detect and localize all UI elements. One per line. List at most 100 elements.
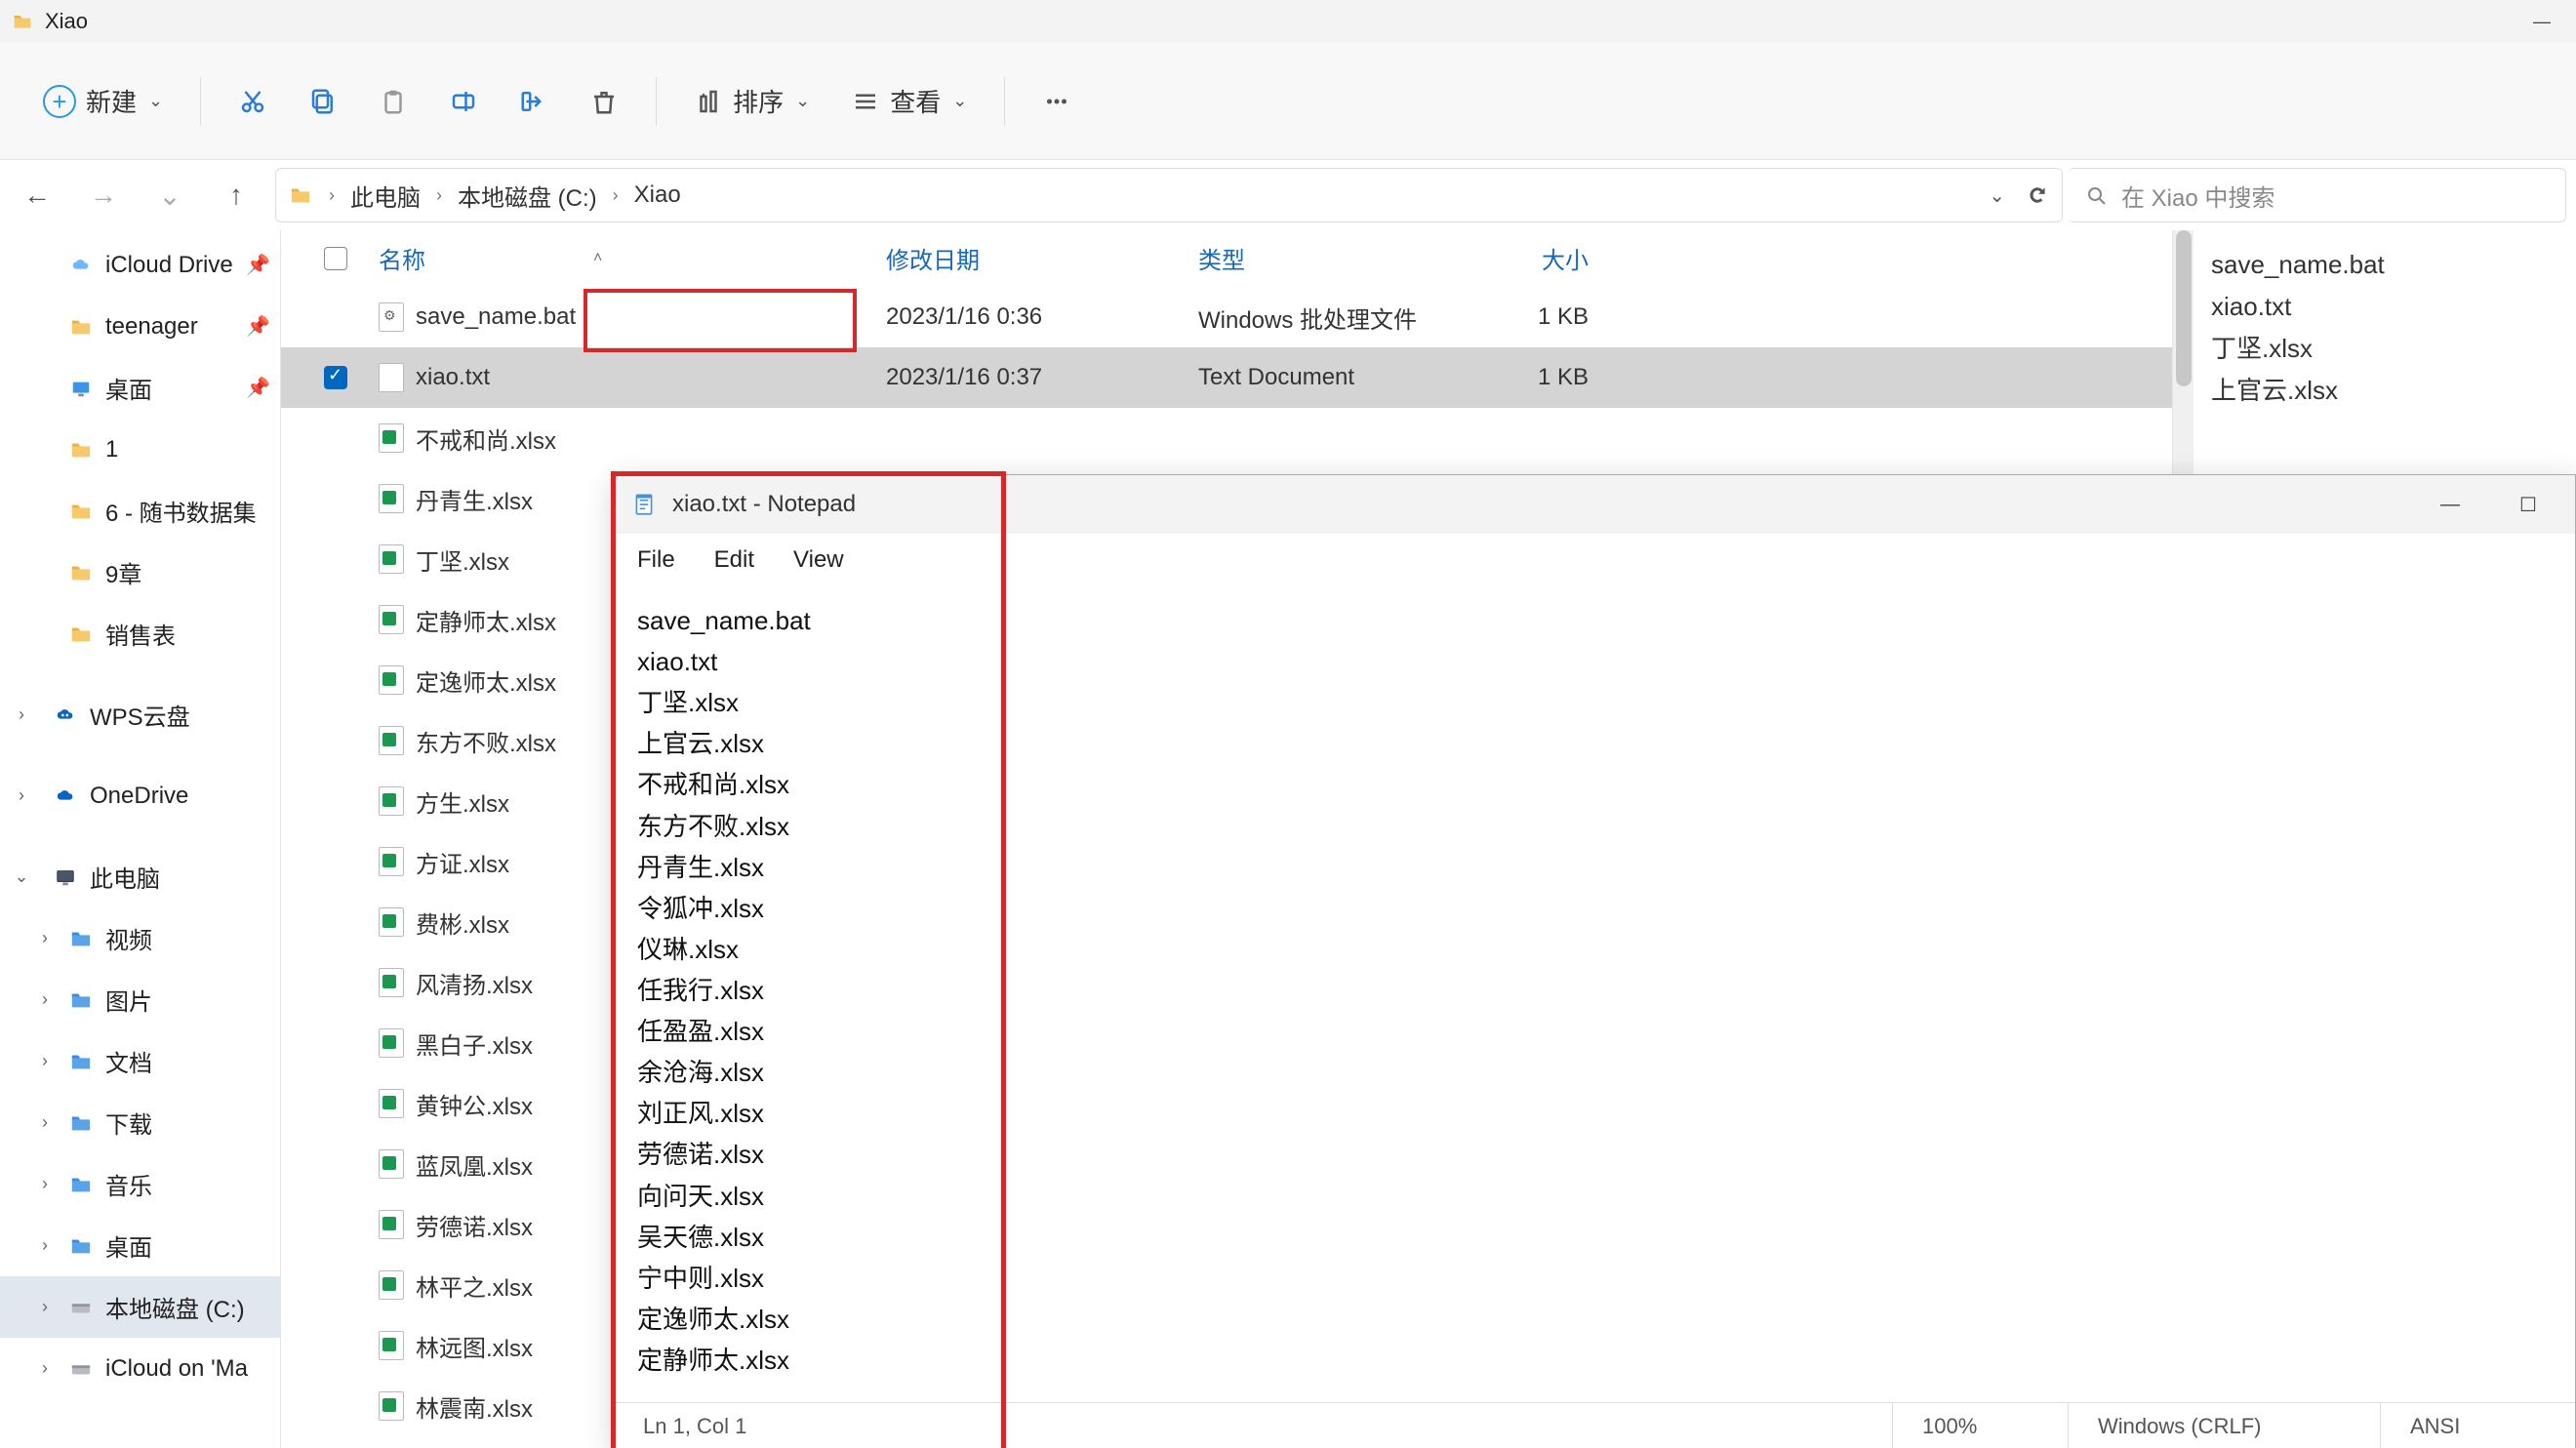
sidebar-icon [68,1051,94,1072]
xlsx-icon [379,665,404,695]
delete-button[interactable] [574,77,634,126]
row-checkbox[interactable] [324,1031,347,1055]
forward-button[interactable]: → [76,168,131,222]
row-checkbox[interactable] [324,1334,347,1357]
new-button[interactable]: + 新建 ⌄ [27,73,179,129]
rename-button[interactable] [433,77,494,126]
search-box[interactable]: 在 Xiao 中搜索 [2069,168,2566,222]
sidebar-icon [68,378,94,399]
breadcrumb[interactable]: › 此电脑 › 本地磁盘 (C:) › Xiao ⌄ [275,168,2063,222]
row-checkbox[interactable] [324,1273,347,1297]
file-row[interactable]: xiao.txt 2023/1/16 0:37 Text Document 1 … [281,347,2172,408]
more-icon [1042,87,1071,116]
sidebar-icon [68,439,94,461]
sidebar-item[interactable]: ›下载 [0,1092,280,1153]
paste-button[interactable] [363,77,423,126]
sidebar-item[interactable]: ›iCloud on 'Ma [0,1338,280,1399]
sidebar-label: 视频 [105,921,152,955]
file-name: 定逸师太.xlsx [416,664,556,698]
sidebar-item[interactable]: teenager📌 [0,296,280,357]
file-name: 方证.xlsx [416,845,509,879]
notepad-maximize[interactable]: ☐ [2497,481,2559,528]
sidebar: iCloud Drive📌teenager📌桌面📌 1 6 - 随书数据集 9章销售表… [0,230,281,1448]
sort-label: 排序 [733,83,784,119]
row-checkbox[interactable] [324,789,347,813]
row-checkbox[interactable] [324,1092,347,1115]
sidebar-item[interactable]: ›文档 [0,1030,280,1092]
row-checkbox[interactable] [324,547,347,571]
sidebar-label: 1 [105,436,118,463]
notepad-body[interactable]: save_name.bat xiao.txt 丁坚.xlsx 上官云.xlsx … [616,586,2575,1402]
row-checkbox[interactable] [324,1152,347,1176]
details-line: save_name.bat [2211,244,2558,286]
sidebar-icon [68,623,94,645]
notepad-window[interactable]: xiao.txt - Notepad — ☐ File Edit View sa… [615,474,2576,1448]
breadcrumb-part[interactable]: 此电脑 [350,179,421,213]
sidebar-item[interactable]: ›WPS云盘 [0,684,280,745]
breadcrumb-part[interactable]: Xiao [634,181,681,209]
back-button[interactable]: ← [10,168,64,222]
refresh-icon[interactable] [2025,182,2050,208]
file-row[interactable]: 不戒和尚.xlsx [281,408,2172,468]
xlsx-icon [379,605,404,634]
breadcrumb-part[interactable]: 本地磁盘 (C:) [458,179,597,213]
row-checkbox[interactable] [324,729,347,752]
sidebar-item[interactable]: 销售表 [0,603,280,664]
sidebar-item[interactable]: ›图片 [0,969,280,1030]
sidebar-item[interactable]: ›桌面 [0,1215,280,1276]
file-name: 劳德诺.xlsx [416,1208,533,1242]
col-size[interactable]: 大小 [1462,241,1618,275]
sidebar-item[interactable]: 9章 [0,542,280,603]
row-checkbox[interactable] [324,971,347,994]
sort-ascending-icon: ˄ [593,250,602,267]
select-all-checkbox[interactable] [324,247,347,270]
minimize-button[interactable]: — [2508,0,2576,43]
row-checkbox[interactable] [324,426,347,450]
sidebar-label: iCloud on 'Ma [105,1355,248,1383]
sidebar-item[interactable]: ⌄此电脑 [0,846,280,907]
notepad-menu-edit[interactable]: Edit [714,546,754,574]
row-checkbox[interactable] [324,1213,347,1236]
notepad-title-bar[interactable]: xiao.txt - Notepad — ☐ [616,475,2575,534]
row-checkbox[interactable] [324,305,347,329]
scrollbar-thumb[interactable] [2176,230,2192,386]
sidebar-label: WPS云盘 [90,698,190,732]
view-button[interactable]: 查看 ⌄ [835,73,983,129]
notepad-menu-view[interactable]: View [793,546,844,574]
recent-button[interactable]: ⌄ [142,168,197,222]
xlsx-icon [379,1028,404,1058]
sidebar-item[interactable]: ›OneDrive [0,765,280,826]
row-checkbox[interactable] [324,668,347,692]
sidebar-label: 桌面 [105,1228,152,1263]
share-button[interactable] [503,77,564,126]
col-type[interactable]: 类型 [1198,241,1462,275]
notepad-menu-file[interactable]: File [637,546,675,574]
up-button[interactable]: ↑ [209,168,263,222]
sidebar-icon [53,866,78,888]
col-date[interactable]: 修改日期 [886,241,1198,275]
sidebar-item[interactable]: ›音乐 [0,1153,280,1215]
chevron-down-icon: ⌄ [952,91,967,111]
row-checkbox[interactable] [324,487,347,510]
sidebar-item[interactable]: iCloud Drive📌 [0,234,280,296]
row-checkbox[interactable] [324,608,347,631]
row-checkbox[interactable] [324,366,347,389]
cut-button[interactable] [222,77,283,126]
sidebar-label: 6 - 随书数据集 [105,494,257,528]
col-name[interactable]: 名称 ˄ [379,241,886,275]
file-row[interactable]: save_name.bat 2023/1/16 0:36 Windows 批处理… [281,287,2172,347]
chevron-icon: › [33,1112,57,1133]
row-checkbox[interactable] [324,1394,347,1418]
row-checkbox[interactable] [324,850,347,873]
sidebar-item[interactable]: 1 [0,419,280,480]
sort-button[interactable]: 排序 ⌄ [678,73,825,129]
notepad-minimize[interactable]: — [2419,481,2481,528]
sidebar-item[interactable]: ›本地磁盘 (C:) [0,1276,280,1338]
chevron-down-icon[interactable]: ⌄ [1989,183,2005,208]
more-button[interactable] [1026,77,1087,126]
copy-button[interactable] [293,77,353,126]
sidebar-item[interactable]: ›视频 [0,907,280,969]
sidebar-item[interactable]: 6 - 随书数据集 [0,480,280,542]
row-checkbox[interactable] [324,910,347,934]
sidebar-item[interactable]: 桌面📌 [0,357,280,419]
